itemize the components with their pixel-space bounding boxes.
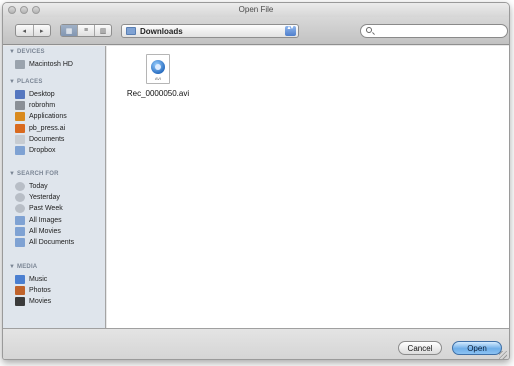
sidebar-item-label: Yesterday xyxy=(29,194,60,202)
sidebar-item-label: pb_press.ai xyxy=(29,124,66,132)
icon-view-button[interactable]: ▦ xyxy=(61,25,78,36)
file-item[interactable]: AVI Rec_0000050.avi xyxy=(115,54,201,98)
desktop-icon xyxy=(15,90,25,99)
sidebar-item-label: All Images xyxy=(29,216,62,224)
title-bar: Open File xyxy=(3,3,509,17)
sidebar-item-desktop[interactable]: Desktop xyxy=(15,89,103,100)
sidebar-item-macintosh-hd[interactable]: Macintosh HD xyxy=(15,59,103,70)
sidebar-item-music[interactable]: Music xyxy=(15,274,103,285)
sidebar-item-today[interactable]: Today xyxy=(15,181,103,192)
music-icon xyxy=(15,275,25,284)
smart-folder-icon xyxy=(15,215,25,225)
sidebar-item-pb-press-ai[interactable]: pb_press.ai xyxy=(15,123,103,134)
sidebar-item-photos[interactable]: Photos xyxy=(15,285,103,296)
sidebar-item-robrohm[interactable]: robrohm xyxy=(15,100,103,111)
sidebar-item-past-week[interactable]: Past Week xyxy=(15,203,103,214)
toolbar: ◂ ▸ ▦ ≡ ▥ Downloads ▴▾ xyxy=(3,17,509,45)
sidebar-item-label: Music xyxy=(29,276,48,283)
movies-icon xyxy=(15,297,25,307)
view-mode-control: ▦ ≡ ▥ xyxy=(60,24,112,37)
documents-icon xyxy=(15,134,25,144)
sidebar-section-header[interactable]: ▼ DEVICES xyxy=(9,49,45,55)
sidebar: ▼ DEVICES Macintosh HD ▼ PLACES Desktop robr… xyxy=(3,46,106,328)
list-view-button[interactable]: ≡ xyxy=(78,25,95,36)
open-file-dialog: Open File ◂ ▸ ▦ ≡ ▥ Downloads ▴▾ ▼ DEVIC… xyxy=(2,2,510,360)
sidebar-item-label: Movies xyxy=(29,298,52,306)
cancel-button[interactable]: Cancel xyxy=(398,341,442,355)
back-forward-control: ◂ ▸ xyxy=(15,24,51,37)
popup-arrows-icon: ▴▾ xyxy=(285,25,296,36)
window-title: Open File xyxy=(238,5,274,14)
sidebar-item-label: Past Week xyxy=(29,205,63,213)
back-button[interactable]: ◂ xyxy=(16,25,34,36)
search-icon xyxy=(366,27,372,33)
sidebar-item-label: Today xyxy=(29,183,48,190)
sidebar-item-label: Documents xyxy=(29,135,65,143)
sidebar-item-all-movies[interactable]: All Movies xyxy=(15,226,103,237)
sidebar-section-header[interactable]: ▼ MEDIA xyxy=(9,264,37,270)
file-name: Rec_0000050.avi xyxy=(126,89,190,98)
sidebar-item-label: Macintosh HD xyxy=(29,61,73,68)
clock-icon xyxy=(15,193,25,203)
dropbox-folder-icon xyxy=(15,146,25,155)
sidebar-section-header[interactable]: ▼ SEARCH FOR xyxy=(9,171,59,177)
sidebar-item-label: Applications xyxy=(29,113,67,121)
sidebar-item-all-documents[interactable]: All Documents xyxy=(15,237,103,248)
smart-folder-icon xyxy=(15,226,25,236)
clock-icon xyxy=(15,182,25,191)
file-type-label: AVI xyxy=(154,76,162,81)
clock-icon xyxy=(15,204,25,214)
sidebar-item-label: Desktop xyxy=(29,91,55,98)
open-button[interactable]: Open xyxy=(452,341,502,355)
quicktime-logo-icon xyxy=(151,60,165,74)
column-view-button[interactable]: ▥ xyxy=(95,25,111,36)
forward-button[interactable]: ▸ xyxy=(34,25,51,36)
illustrator-file-icon xyxy=(15,123,25,133)
sidebar-item-label: Dropbox xyxy=(29,147,56,154)
location-popup[interactable]: Downloads ▴▾ xyxy=(121,24,299,38)
smart-folder-icon xyxy=(15,238,25,247)
sidebar-item-all-images[interactable]: All Images xyxy=(15,215,103,226)
resize-grip-icon[interactable] xyxy=(499,351,507,359)
sidebar-item-yesterday[interactable]: Yesterday xyxy=(15,192,103,203)
file-browser: AVI Rec_0000050.avi xyxy=(107,46,509,328)
location-label: Downloads xyxy=(140,27,183,36)
sidebar-item-applications[interactable]: Applications xyxy=(15,111,103,122)
sidebar-section-header[interactable]: ▼ PLACES xyxy=(9,79,43,85)
sidebar-item-label: robrohm xyxy=(29,102,56,110)
sidebar-item-movies[interactable]: Movies xyxy=(15,296,103,307)
sidebar-item-dropbox[interactable]: Dropbox xyxy=(15,145,103,156)
hard-drive-icon xyxy=(15,60,25,69)
quicktime-movie-file-icon: AVI xyxy=(146,54,170,84)
dialog-footer: Cancel Open xyxy=(3,328,509,359)
search-input[interactable] xyxy=(376,26,501,36)
search-field[interactable] xyxy=(360,24,508,38)
sidebar-item-label: Photos xyxy=(29,287,51,295)
photos-icon xyxy=(15,286,25,296)
sidebar-item-label: All Documents xyxy=(29,239,75,246)
folder-icon xyxy=(126,27,136,35)
home-icon xyxy=(15,101,25,111)
sidebar-item-label: All Movies xyxy=(29,227,61,235)
sidebar-item-documents[interactable]: Documents xyxy=(15,134,103,145)
applications-icon xyxy=(15,112,25,122)
